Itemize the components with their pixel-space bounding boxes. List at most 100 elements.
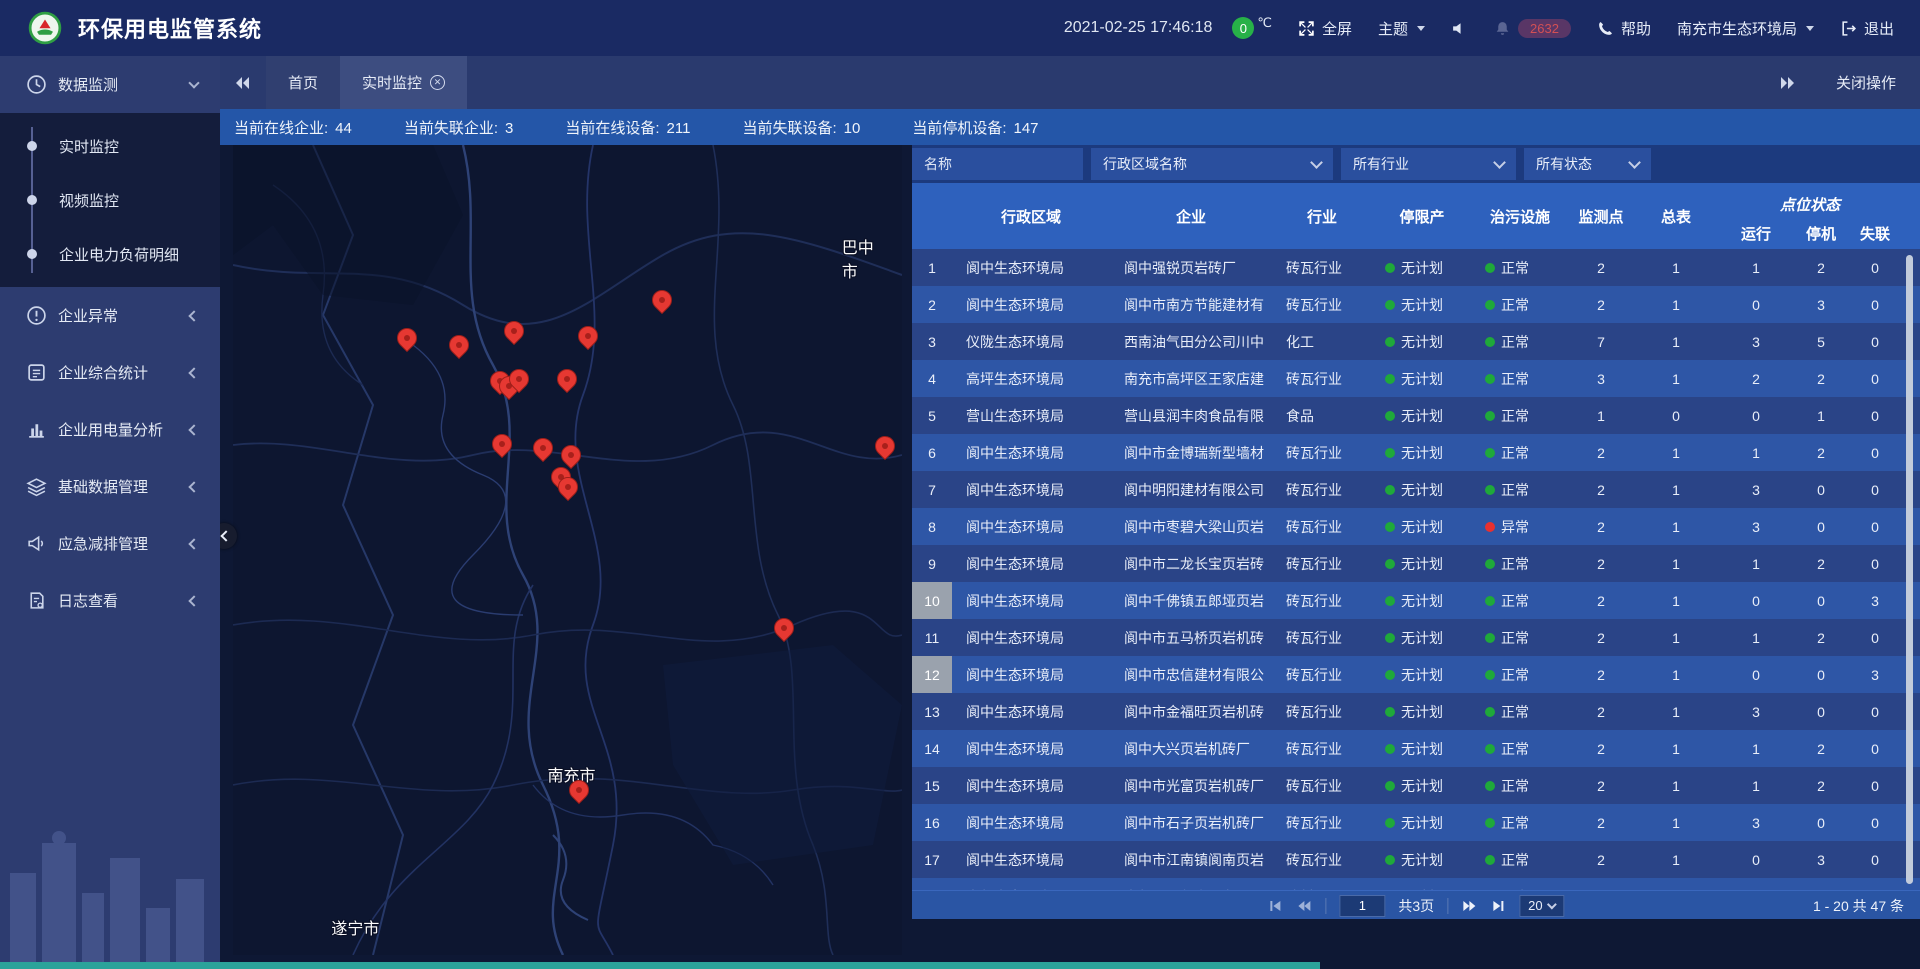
table-row[interactable]: 15 阆中生态环境局 阆中市光富页岩机砖厂 砖瓦行业 无计划 正常 2 1 1 …	[912, 767, 1920, 804]
sidebar-item[interactable]: 基础数据管理	[0, 458, 220, 515]
tabs-scroll-left-button[interactable]	[220, 56, 266, 109]
cell-run: 1	[1718, 545, 1794, 582]
stat-item: 当前停机设备:147	[912, 117, 1038, 138]
sidebar-subitem[interactable]: 企业电力负荷明细	[0, 227, 220, 281]
cell-company: 阆中市二龙长宝页岩砖	[1110, 545, 1272, 582]
row-index: 13	[912, 693, 952, 730]
map-pin[interactable]	[651, 290, 673, 320]
table-row[interactable]: 7 阆中生态环境局 阆中明阳建材有限公司 砖瓦行业 无计划 正常 2 1 3 0…	[912, 471, 1920, 508]
mute-speaker-button[interactable]	[1451, 20, 1468, 37]
cell-region: 阆中生态环境局	[952, 508, 1110, 545]
table-row[interactable]: 18 南部生态环境局 南部县砌华商混有限公 建材加工 无计划 正常 6 0 0 …	[912, 878, 1920, 890]
table-row[interactable]: 6 阆中生态环境局 阆中市金博瑞新型墙材 砖瓦行业 无计划 正常 2 1 1 2…	[912, 434, 1920, 471]
sidebar-item[interactable]: 日志查看	[0, 572, 220, 629]
map-pin[interactable]	[568, 780, 590, 810]
next-page-button[interactable]	[1461, 898, 1477, 914]
status-dot-icon	[1485, 596, 1495, 606]
notification-bell[interactable]: 2632	[1494, 19, 1571, 38]
tabs-scroll-right-button[interactable]	[1764, 76, 1810, 90]
table-row[interactable]: 16 阆中生态环境局 阆中市石子页岩机砖厂 砖瓦行业 无计划 正常 2 1 3 …	[912, 804, 1920, 841]
sidebar-subitem[interactable]: 视频监控	[0, 173, 220, 227]
sidebar-item[interactable]: 应急减排管理	[0, 515, 220, 572]
sidebar-item[interactable]: 企业综合统计	[0, 344, 220, 401]
tab-首页[interactable]: 首页	[266, 56, 340, 109]
theme-dropdown[interactable]: 主题	[1378, 18, 1425, 39]
map-roads-layer	[233, 145, 902, 955]
table-header: 行政区域 企业 行业 停限产 治污设施 监测点 总表 点位状态 运行 停机 失联	[912, 183, 1920, 249]
pin-icon	[554, 472, 582, 500]
map-pin[interactable]	[874, 436, 896, 466]
cell-stop: 0	[1794, 656, 1848, 693]
pin-icon	[505, 365, 533, 393]
map-pin[interactable]	[491, 434, 513, 464]
row-index: 12	[912, 656, 952, 693]
table-row[interactable]: 2 阆中生态环境局 阆中市南方节能建材有 砖瓦行业 无计划 正常 2 1 0 3…	[912, 286, 1920, 323]
map-pin[interactable]	[773, 618, 795, 648]
close-icon[interactable]: ✕	[430, 75, 445, 90]
status-dot-icon	[1485, 744, 1495, 754]
cell-lost: 0	[1848, 249, 1902, 286]
row-index: 18	[912, 878, 952, 890]
table-row[interactable]: 8 阆中生态环境局 阆中市枣碧大梁山页岩 砖瓦行业 无计划 异常 2 1 3 0…	[912, 508, 1920, 545]
help-button[interactable]: 帮助	[1597, 18, 1651, 39]
cell-industry: 砖瓦行业	[1272, 545, 1372, 582]
cell-region: 高坪生态环境局	[952, 360, 1110, 397]
prev-page-button[interactable]	[1296, 898, 1312, 914]
close-operations-button[interactable]: 关闭操作	[1836, 72, 1896, 93]
map-pin[interactable]	[508, 369, 530, 399]
map-panel[interactable]: 巴中市南充市遂宁市	[233, 145, 902, 955]
first-page-button[interactable]	[1267, 898, 1283, 914]
status-filter-select[interactable]: 所有状态	[1524, 148, 1651, 180]
table-row[interactable]: 11 阆中生态环境局 阆中市五马桥页岩机砖 砖瓦行业 无计划 正常 2 1 1 …	[912, 619, 1920, 656]
fullscreen-button[interactable]: 全屏	[1298, 18, 1352, 39]
page-number-input[interactable]	[1339, 895, 1385, 917]
sidebar-item[interactable]: 企业异常	[0, 287, 220, 344]
sidebar-item[interactable]: 数据监测	[0, 56, 220, 113]
row-index: 2	[912, 286, 952, 323]
sidebar-item-label: 企业用电量分析	[58, 419, 190, 440]
map-pin[interactable]	[503, 321, 525, 351]
last-page-button[interactable]	[1490, 898, 1506, 914]
tab-实时监控[interactable]: 实时监控✕	[340, 56, 467, 109]
org-dropdown[interactable]: 南充市生态环境局	[1677, 18, 1814, 39]
cell-stop: 2	[1794, 545, 1848, 582]
map-pin[interactable]	[556, 369, 578, 399]
table-row[interactable]: 9 阆中生态环境局 阆中市二龙长宝页岩砖 砖瓦行业 无计划 正常 2 1 1 2…	[912, 545, 1920, 582]
map-pin[interactable]	[532, 438, 554, 468]
sidebar-item[interactable]: 企业用电量分析	[0, 401, 220, 458]
table-row[interactable]: 5 营山生态环境局 营山县润丰肉食品有限 食品 无计划 正常 1 0 0 1 0	[912, 397, 1920, 434]
name-filter-input[interactable]	[912, 148, 1083, 180]
cell-region: 仪陇生态环境局	[952, 323, 1110, 360]
cell-region: 阆中生态环境局	[952, 434, 1110, 471]
row-index: 6	[912, 434, 952, 471]
prev-page-icon	[1297, 899, 1311, 913]
table-row[interactable]: 3 仪陇生态环境局 西南油气田分公司川中 化工 无计划 正常 7 1 3 5 0	[912, 323, 1920, 360]
cell-facility: 正常	[1472, 286, 1568, 323]
page-size-select[interactable]: 20	[1519, 895, 1564, 917]
map-pin[interactable]	[557, 477, 579, 507]
logout-button[interactable]: 退出	[1840, 18, 1894, 39]
map-pin[interactable]	[448, 335, 470, 365]
table-row[interactable]: 13 阆中生态环境局 阆中市金福旺页岩机砖 砖瓦行业 无计划 正常 2 1 3 …	[912, 693, 1920, 730]
sidebar-subitem[interactable]: 实时监控	[0, 119, 220, 173]
table-row[interactable]: 4 高坪生态环境局 南充市高坪区王家店建 砖瓦行业 无计划 正常 3 1 2 2…	[912, 360, 1920, 397]
table-row[interactable]: 12 阆中生态环境局 阆中市忠信建材有限公 砖瓦行业 无计划 正常 2 1 0 …	[912, 656, 1920, 693]
status-dot-icon	[1385, 781, 1395, 791]
cell-stop: 0	[1794, 804, 1848, 841]
scrollbar-thumb[interactable]	[1906, 255, 1913, 884]
map-pin[interactable]	[396, 328, 418, 358]
table-row[interactable]: 1 阆中生态环境局 阆中强锐页岩砖厂 砖瓦行业 无计划 正常 2 1 1 2 0	[912, 249, 1920, 286]
sidebar: 数据监测实时监控视频监控企业电力负荷明细企业异常企业综合统计企业用电量分析基础数…	[0, 56, 220, 969]
map-pin[interactable]	[577, 326, 599, 356]
industry-filter-select[interactable]: 所有行业	[1341, 148, 1516, 180]
table-row[interactable]: 17 阆中生态环境局 阆中市江南镇阆南页岩 砖瓦行业 无计划 正常 2 1 0 …	[912, 841, 1920, 878]
table-row[interactable]: 10 阆中生态环境局 阆中千佛镇五郎垭页岩 砖瓦行业 无计划 正常 2 1 0 …	[912, 582, 1920, 619]
region-filter-select[interactable]: 行政区域名称	[1091, 148, 1333, 180]
status-dot-icon	[1385, 522, 1395, 532]
cell-stop: 2	[1794, 434, 1848, 471]
stat-item: 当前失联设备:10	[742, 117, 860, 138]
table-row[interactable]: 14 阆中生态环境局 阆中大兴页岩机砖厂 砖瓦行业 无计划 正常 2 1 1 2…	[912, 730, 1920, 767]
double-chevron-right-icon	[1779, 76, 1795, 90]
cell-limit: 无计划	[1372, 582, 1472, 619]
row-index: 11	[912, 619, 952, 656]
